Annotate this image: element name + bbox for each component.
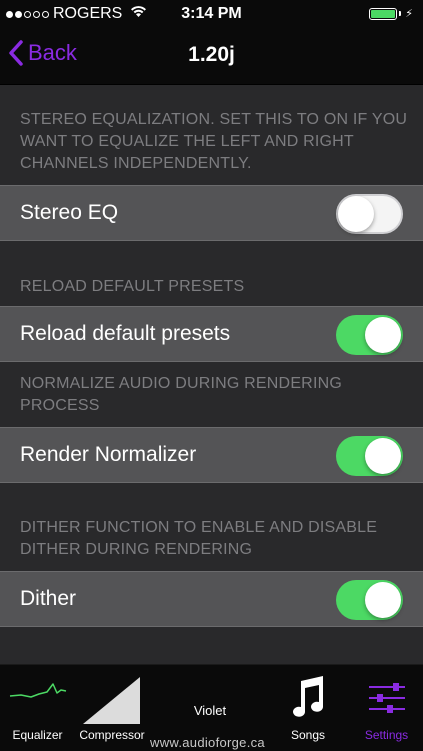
dither-toggle[interactable] (336, 580, 403, 620)
equalizer-wave-icon (9, 683, 66, 698)
settings-list: STEREO EQUALIZATION. SET THIS TO ON IF Y… (0, 85, 423, 664)
row-render-normalizer: Render Normalizer (0, 427, 423, 483)
status-bar: ROGERS 3:14 PM ⚡ (0, 0, 423, 28)
reload-presets-toggle[interactable] (336, 315, 403, 355)
status-time: 3:14 PM (181, 5, 242, 22)
row-stereo-eq: Stereo EQ (0, 185, 423, 241)
theme-label: Violet (193, 703, 227, 718)
stereo-eq-toggle[interactable] (336, 194, 403, 234)
battery-fill (371, 9, 396, 18)
website-link[interactable]: www.audioforge.ca (150, 735, 265, 750)
tab-label: Settings (364, 728, 409, 742)
tab-compressor[interactable]: Compressor (76, 665, 148, 751)
tab-bar: Equalizer Compressor Violet Songs Settin… (0, 664, 423, 751)
section-header-normalizer: NORMALIZE AUDIO DURING RENDERING PROCESS (20, 375, 342, 414)
toggle-knob (365, 317, 401, 353)
row-reload-presets: Reload default presets (0, 306, 423, 362)
tab-settings[interactable]: Settings (350, 665, 423, 751)
charging-bolt-icon: ⚡ (405, 8, 413, 20)
battery-icon: ⚡ (369, 7, 413, 20)
tab-label: Songs (290, 728, 326, 742)
row-label: Reload default presets (20, 322, 231, 345)
sliders-icon (368, 683, 405, 713)
section-header-reload-presets: RELOAD DEFAULT PRESETS (20, 278, 245, 295)
row-label: Dither (20, 587, 77, 610)
toggle-knob (365, 438, 401, 474)
tab-songs[interactable]: Songs (272, 665, 344, 751)
page-title: 1.20j (188, 43, 235, 66)
tab-label: Compressor (79, 728, 145, 742)
row-dither: Dither (0, 571, 423, 627)
toggle-knob (365, 582, 401, 618)
navigation-bar: Back 1.20j (0, 28, 423, 85)
tab-label: Equalizer (12, 728, 63, 742)
section-header-stereo-eq: STEREO EQUALIZATION. SET THIS TO ON IF Y… (20, 111, 408, 172)
toggle-knob (338, 196, 374, 232)
row-label: Render Normalizer (20, 443, 197, 466)
section-header-dither: DITHER FUNCTION TO ENABLE AND DISABLE DI… (20, 519, 378, 558)
tab-equalizer[interactable]: Equalizer (0, 665, 75, 751)
render-normalizer-toggle[interactable] (336, 436, 403, 476)
compressor-ramp-icon (83, 677, 140, 724)
row-label: Stereo EQ (20, 201, 119, 224)
music-note-icon (293, 676, 323, 717)
